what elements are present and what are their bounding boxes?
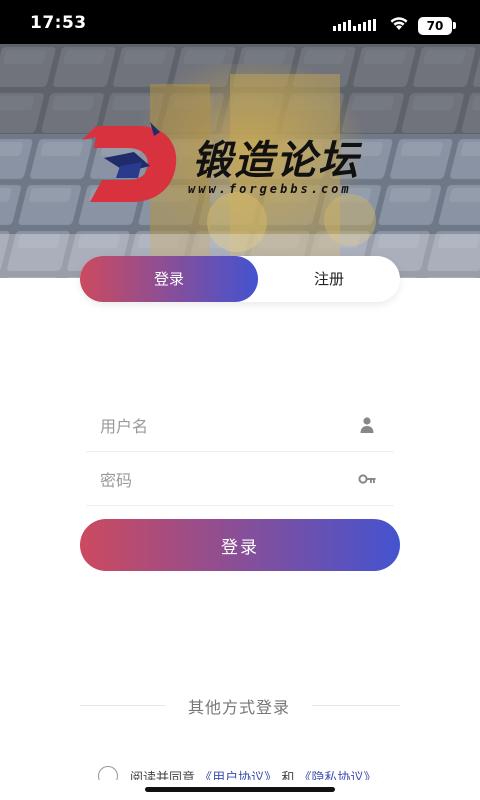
password-input[interactable] — [100, 454, 340, 506]
forum-logo: 锻造论坛 www.forgebbs.com — [80, 118, 400, 208]
logo-title: 锻造论坛 — [192, 138, 360, 184]
username-field — [86, 400, 394, 452]
user-icon — [360, 417, 374, 433]
auth-tabs: 登录 注册 — [80, 256, 400, 302]
battery-cap — [453, 22, 456, 29]
divider-left — [80, 705, 166, 706]
other-login-label[interactable]: 其他方式登录 — [166, 694, 312, 718]
key-icon — [358, 474, 376, 484]
wifi-icon — [390, 17, 408, 30]
status-bar: 17:53 70 — [0, 0, 480, 44]
home-indicator[interactable] — [145, 787, 335, 792]
status-time: 17:53 — [30, 13, 87, 33]
password-field — [86, 454, 394, 506]
tab-register[interactable]: 注册 — [258, 256, 400, 302]
hero-banner: 锻造论坛 www.forgebbs.com — [0, 44, 480, 278]
battery-icon: 70 — [418, 17, 452, 35]
divider-right — [312, 705, 400, 706]
logo-url: www.forgebbs.com — [188, 182, 352, 196]
login-button[interactable]: 登录 — [80, 519, 400, 571]
signal-icon — [333, 19, 379, 31]
logo-mark-icon — [82, 122, 177, 202]
tab-login[interactable]: 登录 — [80, 256, 258, 302]
username-input[interactable] — [100, 400, 340, 452]
